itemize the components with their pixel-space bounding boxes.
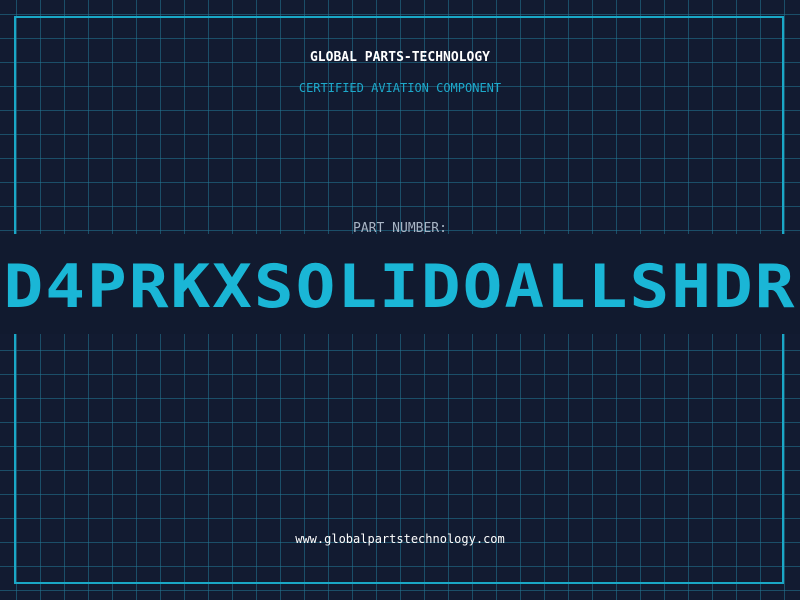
part-number-value: D4PRKXSOLIDOALLSHDR bbox=[3, 262, 797, 312]
part-card: GLOBAL PARTS-TECHNOLOGY CERTIFIED AVIATI… bbox=[0, 0, 800, 600]
certification-tagline: CERTIFIED AVIATION COMPONENT bbox=[298, 81, 502, 95]
part-number-label: PART NUMBER: bbox=[353, 221, 447, 236]
part-number-display: D4PRKXSOLIDOALLSHDR bbox=[0, 262, 800, 312]
company-name: GLOBAL PARTS-TECHNOLOGY bbox=[309, 50, 490, 65]
website-url: www.globalpartstechnology.com bbox=[295, 532, 505, 546]
